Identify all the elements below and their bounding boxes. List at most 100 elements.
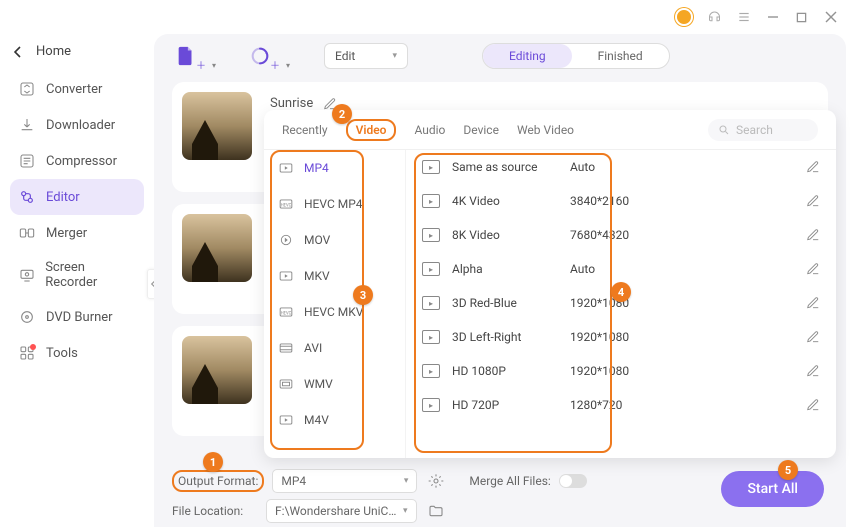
resolution-row[interactable]: AlphaAuto [406,252,836,286]
sidebar-item-tools[interactable]: Tools [10,335,144,371]
annotation-badge-4: 4 [611,282,631,302]
format-icon [278,161,294,175]
edit-icon[interactable] [806,228,820,242]
tab-video[interactable]: Video [346,119,397,141]
tab-device[interactable]: Device [463,121,499,139]
dvd-icon [18,308,36,326]
res-name: Same as source [452,160,570,174]
sidebar-home-label: Home [36,44,71,59]
resolution-row[interactable]: 3D Left-Right1920*1080 [406,320,836,354]
top-toolbar: ＋ ▾ ＋ ▾ Edit ▾ Editing Finished [154,34,846,78]
plus-icon: ＋ [270,57,280,72]
notification-dot [30,344,36,350]
format-item[interactable]: M4V [264,402,405,438]
play-icon [422,398,440,412]
status-segment: Editing Finished [482,43,670,69]
support-icon[interactable] [707,10,722,25]
format-item[interactable]: AVI [264,330,405,366]
format-item[interactable]: HEVC HEVC MKV [264,294,405,330]
minimize-button[interactable] [765,10,780,25]
format-icon [278,269,294,283]
close-button[interactable] [823,10,838,25]
user-avatar[interactable] [675,8,693,26]
maximize-button[interactable] [794,10,809,25]
mode-dropdown[interactable]: Edit ▾ [324,43,408,69]
format-list: MP4 HEVCHEVC MP4 MOV MKV HEVC HEVC MKV AV… [264,150,406,458]
edit-icon[interactable] [806,330,820,344]
video-thumbnail[interactable] [182,214,252,282]
file-location-dropdown[interactable]: F:\Wondershare UniConverter 1 ▾ [266,499,417,523]
output-format-label: Output Format: [172,470,264,492]
tab-webvideo[interactable]: Web Video [517,121,574,139]
sidebar-label: Converter [46,82,102,97]
edit-icon[interactable] [806,160,820,174]
resolution-row[interactable]: 8K Video7680*4320 [406,218,836,252]
screenrecord-icon [18,266,35,284]
resolution-row[interactable]: Same as sourceAuto [406,150,836,184]
output-format-dropdown[interactable]: MP4 ▾ [272,469,417,493]
converter-icon [18,80,36,98]
sidebar-item-merger[interactable]: Merger [10,215,144,251]
sidebar-item-editor[interactable]: Editor [10,179,144,215]
format-label: MOV [304,233,330,247]
sidebar-home[interactable]: Home [10,40,144,71]
file-location-label: File Location: [172,504,258,518]
format-label: WMV [304,377,333,391]
format-item[interactable]: HEVCHEVC MP4 [264,186,405,222]
format-item[interactable]: MOV [264,222,405,258]
edit-icon[interactable] [806,364,820,378]
edit-icon[interactable] [806,194,820,208]
tab-audio[interactable]: Audio [414,121,445,139]
seg-finished[interactable]: Finished [572,44,669,68]
format-search[interactable]: Search [708,119,818,141]
video-thumbnail[interactable] [182,336,252,404]
edit-icon[interactable] [806,398,820,412]
res-value: Auto [570,262,660,276]
format-icon [278,413,294,427]
sidebar-label: DVD Burner [46,310,113,325]
format-icon [278,233,294,247]
add-url-button[interactable]: ＋ ▾ [246,42,274,70]
tab-recently[interactable]: Recently [282,121,328,139]
format-icon: HEVC [278,197,294,211]
format-label: M4V [304,413,329,427]
merger-icon [18,224,36,242]
sidebar-item-screenrecorder[interactable]: Screen Recorder [10,251,144,299]
video-thumbnail[interactable] [182,92,252,160]
settings-icon[interactable] [425,470,447,492]
res-value: 7680*4320 [570,228,660,242]
start-all-button[interactable]: Start All [721,471,824,507]
search-icon [718,124,730,136]
format-icon [278,377,294,391]
open-folder-icon[interactable] [425,500,447,522]
svg-text:HEVC: HEVC [281,310,292,315]
format-item[interactable]: WMV [264,366,405,402]
sidebar-item-converter[interactable]: Converter [10,71,144,107]
resolution-row[interactable]: HD 1080P1920*1080 [406,354,836,388]
add-file-button[interactable]: ＋ ▾ [172,42,200,70]
edit-icon[interactable] [806,262,820,276]
compressor-icon [18,152,36,170]
play-icon [422,228,440,242]
merge-toggle[interactable] [559,474,587,488]
sidebar-item-compressor[interactable]: Compressor [10,143,144,179]
sidebar-item-downloader[interactable]: Downloader [10,107,144,143]
format-item[interactable]: MP4 [264,150,405,186]
seg-editing[interactable]: Editing [483,44,572,68]
annotation-badge-5: 5 [778,460,798,480]
sidebar-item-dvdburner[interactable]: DVD Burner [10,299,144,335]
format-label: HEVC MKV [304,305,363,319]
format-item[interactable]: MKV [264,258,405,294]
sidebar-label: Tools [46,346,78,361]
annotation-badge-1: 1 [203,452,223,472]
dropdown-icon: ▾ [212,61,216,70]
res-name: 3D Left-Right [452,330,570,344]
sidebar-label: Editor [46,190,80,205]
play-icon [422,262,440,276]
annotation-badge-2: 2 [332,104,352,124]
resolution-row[interactable]: 4K Video3840*2160 [406,184,836,218]
search-placeholder: Search [736,123,773,137]
resolution-row[interactable]: HD 720P1280*720 [406,388,836,422]
edit-icon[interactable] [806,296,820,310]
menu-icon[interactable] [736,10,751,25]
